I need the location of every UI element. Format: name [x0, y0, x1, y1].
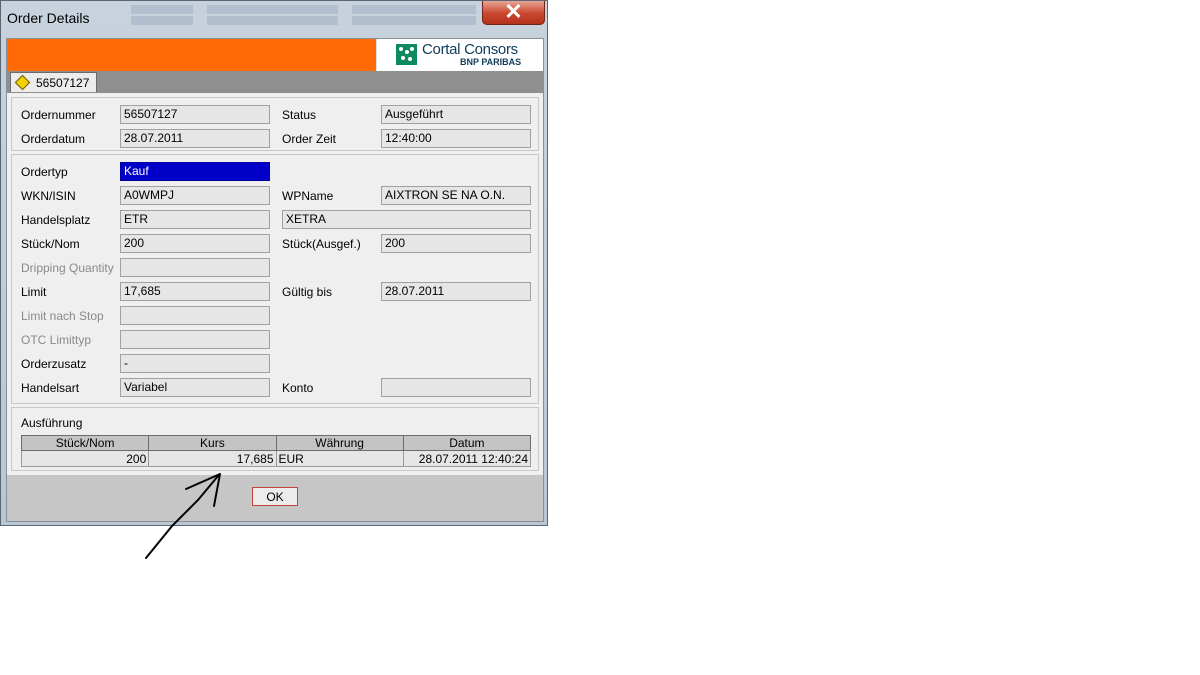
order-details-section: Ordertyp Kauf WKN/ISIN A0WMPJ WPName AIX…	[11, 154, 539, 404]
orderzusatz-field: -	[120, 354, 270, 373]
execution-label: Ausführung	[21, 416, 83, 430]
orderzeit-field: 12:40:00	[381, 129, 531, 148]
order-details-window: Order Details ✕ Cortal Consors BNP PARIB…	[0, 0, 548, 526]
gueltig-bis-field: 28.07.2011	[381, 282, 531, 301]
handelsart-field: Variabel	[120, 378, 270, 397]
limit-nach-stop-label: Limit nach Stop	[21, 309, 104, 323]
wkn-label: WKN/ISIN	[21, 189, 76, 203]
wpname-label: WPName	[282, 189, 334, 203]
otc-limittyp-label: OTC Limittyp	[21, 333, 92, 347]
cell-stueck: 200	[20, 450, 150, 467]
cell-kurs: 17,685	[148, 450, 277, 467]
brand-sub: BNP PARIBAS	[460, 57, 522, 67]
tab-order-label: 56507127	[36, 76, 90, 90]
ordertyp-field[interactable]: Kauf	[120, 162, 270, 181]
column-header-waehrung[interactable]: Währung	[275, 435, 404, 451]
column-header-datum[interactable]: Datum	[402, 435, 532, 451]
table-header-row: Stück/Nom Kurs Währung Datum	[20, 435, 532, 451]
dripping-quantity-field	[120, 258, 270, 277]
handelsplatz-field: ETR	[120, 210, 270, 229]
wpname-field: AIXTRON SE NA O.N.	[381, 186, 531, 205]
order-panel: Ordernummer 56507127 Status Ausgeführt O…	[7, 93, 543, 475]
table-row[interactable]: 200 17,685 EUR 28.07.2011 12:40:24	[20, 450, 532, 467]
wkn-field: A0WMPJ	[120, 186, 270, 205]
konto-field	[381, 378, 531, 397]
tab-bar: 56507127	[7, 71, 543, 93]
close-icon: ✕	[504, 0, 523, 24]
cell-waehrung: EUR	[275, 450, 404, 467]
handelsplatz-label: Handelsplatz	[21, 213, 91, 227]
stueck-ausgef-field: 200	[381, 234, 531, 253]
handelsart-label: Handelsart	[21, 381, 80, 395]
tab-order[interactable]: 56507127	[10, 72, 97, 92]
cell-datum: 28.07.2011 12:40:24	[402, 450, 532, 467]
diamond-icon	[14, 74, 31, 91]
button-bar: OK	[7, 475, 543, 521]
ordertyp-label: Ordertyp	[21, 165, 68, 179]
brand-banner: Cortal Consors BNP PARIBAS	[7, 39, 543, 71]
background-window-strip	[131, 3, 476, 27]
limit-field: 17,685	[120, 282, 270, 301]
orderzusatz-label: Orderzusatz	[21, 357, 87, 371]
ordernummer-field: 56507127	[120, 105, 270, 124]
execution-section: Ausführung Stück/Nom Kurs Währung Datum …	[11, 407, 539, 471]
status-field: Ausgeführt	[381, 105, 531, 124]
gueltig-bis-label: Gültig bis	[282, 285, 333, 299]
stueck-ausgef-label: Stück(Ausgef.)	[282, 237, 361, 251]
ok-button[interactable]: OK	[252, 487, 298, 506]
status-label: Status	[282, 108, 317, 122]
column-header-kurs[interactable]: Kurs	[148, 435, 277, 451]
konto-label: Konto	[282, 381, 314, 395]
ordernummer-label: Ordernummer	[21, 108, 96, 122]
cortal-consors-logo-icon	[396, 44, 417, 65]
stueck-field: 200	[120, 234, 270, 253]
otc-limittyp-field	[120, 330, 270, 349]
order-header-section: Ordernummer 56507127 Status Ausgeführt O…	[11, 97, 539, 151]
execution-table: Stück/Nom Kurs Währung Datum 200 17,685 …	[20, 435, 532, 467]
dripping-quantity-label: Dripping Quantity	[21, 261, 114, 275]
stueck-label: Stück/Nom	[21, 237, 80, 251]
brand-name: Cortal Consors	[422, 41, 518, 58]
close-button[interactable]: ✕	[482, 1, 545, 25]
orderdatum-field: 28.07.2011	[120, 129, 270, 148]
hand-drawn-arrow-icon	[145, 473, 221, 559]
column-header-stueck[interactable]: Stück/Nom	[20, 435, 150, 451]
handelsplatz-name-field: XETRA	[282, 210, 531, 229]
orderdatum-label: Orderdatum	[21, 132, 86, 146]
limit-label: Limit	[21, 285, 47, 299]
brand-logo: Cortal Consors BNP PARIBAS	[376, 39, 543, 71]
orderzeit-label: Order Zeit	[282, 132, 337, 146]
window-title: Order Details	[7, 10, 90, 26]
limit-nach-stop-field	[120, 306, 270, 325]
dialog-client-area: Cortal Consors BNP PARIBAS 56507127 Orde…	[6, 38, 544, 522]
